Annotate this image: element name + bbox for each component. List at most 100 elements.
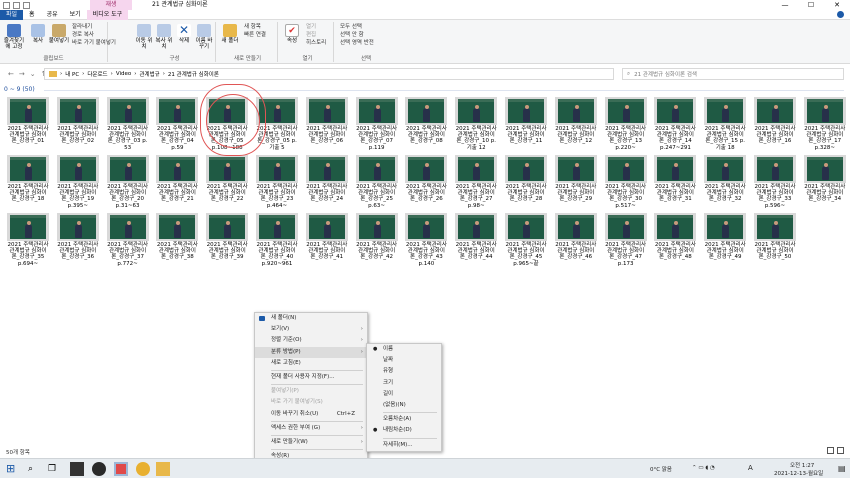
file-item[interactable]: 2021 주택관리사 관계법규 심화이 론_강경구_38 (153, 213, 201, 261)
file-item[interactable]: 2021 주택관리사 관계법규 심화이 론_강경구_24 (303, 155, 351, 203)
submenu-item[interactable]: 길이 (367, 389, 441, 400)
weather-text[interactable]: 0°C 맑음 (650, 465, 672, 473)
new-item-button[interactable]: 새 항목 (244, 24, 261, 31)
help-icon[interactable] (837, 11, 844, 18)
tab-view[interactable]: 보기 (64, 10, 87, 20)
file-item[interactable]: 2021 주택관리사 관계법규 심화이 론_강경구_26 (402, 155, 450, 203)
history-button[interactable]: 히스토리 (306, 40, 326, 47)
app-icon[interactable] (92, 462, 106, 476)
file-item[interactable]: 2021 주택관리사 관계법규 심화이 론_강경구_35 p.694~ (4, 213, 52, 267)
breadcrumb-item[interactable]: 내 PC (65, 70, 79, 78)
submenu-item[interactable]: ● 내림차순(D) (367, 425, 441, 436)
submenu-item[interactable]: (없음)(N) (367, 400, 441, 411)
file-item[interactable]: 2021 주택관리사 관계법규 심화이 론_강경구_05 p.108~188 (203, 97, 251, 151)
file-item[interactable]: 2021 주택관리사 관계법규 심화이 론_강경구_34 (801, 155, 849, 203)
file-item[interactable]: 2021 주택관리사 관계법규 심화이 론_강경구_18 (4, 155, 52, 203)
file-item[interactable]: 2021 주택관리사 관계법규 심화이 론_강경구_36 (54, 213, 102, 261)
properties-qat-icon[interactable] (13, 1, 20, 9)
file-item[interactable]: 2021 주택관리사 관계법규 심화이 론_강경구_40 p.920~961 (253, 213, 301, 267)
paste-button[interactable]: 붙여넣기 (48, 24, 70, 44)
file-item[interactable]: 2021 주택관리사 관계법규 심화이 론_강경구_10 p. 기출 12 (452, 97, 500, 151)
context-menu-item[interactable]: 보기(V) › (255, 324, 367, 335)
file-item[interactable]: 2021 주택관리사 관계법규 심화이 론_강경구_33 p.596~ (751, 155, 799, 209)
file-item[interactable]: 2021 주택관리사 관계법규 심화이 론_강경구_49 (701, 213, 749, 261)
file-item[interactable]: 2021 주택관리사 관계법규 심화이 론_강경구_50 (751, 213, 799, 261)
submenu-item[interactable]: ● 이름 (367, 344, 441, 355)
file-item[interactable]: 2021 주택관리사 관계법규 심화이 론_강경구_16 (751, 97, 799, 145)
address-bar[interactable]: › 내 PC › 다운로드 › Video › 관계법규 › 21 관계법규 심… (44, 68, 614, 80)
new-folder-qat-icon[interactable] (23, 1, 30, 9)
file-item[interactable]: 2021 주택관리사 관계법규 심화이 론_강경구_29 (552, 155, 600, 203)
file-item[interactable]: 2021 주택관리사 관계법규 심화이 론_강경구_02 (54, 97, 102, 145)
maximize-button[interactable]: ☐ (798, 0, 824, 10)
file-item[interactable]: 2021 주택관리사 관계법규 심화이 론_강경구_06 (303, 97, 351, 145)
app-icon[interactable] (114, 462, 128, 476)
clock-date[interactable]: 2021-12-13-월요일 (774, 469, 823, 477)
context-menu-item[interactable]: 액세스 권한 부여 (G) › (255, 423, 367, 434)
breadcrumb-item[interactable]: 다운로드 (87, 70, 107, 78)
file-item[interactable]: 2021 주택관리사 관계법규 심화이 론_강경구_44 (452, 213, 500, 261)
context-menu-item[interactable]: 새로 만들기(W) › (255, 437, 367, 448)
app-icon[interactable] (70, 462, 84, 476)
minimize-button[interactable]: — (772, 0, 798, 10)
file-item[interactable]: 2021 주택관리사 관계법규 심화이 론_강경구_37 p.772~ (104, 213, 152, 267)
submenu-item[interactable]: 오름차순(A) (367, 414, 441, 425)
file-item[interactable]: 2021 주택관리사 관계법규 심화이 론_강경구_19 p.395~ (54, 155, 102, 209)
tab-video-tools[interactable]: 비디오 도구 (86, 9, 129, 20)
context-menu-item[interactable]: 새로 고침(E) (255, 358, 367, 369)
context-menu-item[interactable]: 붙여넣기(P) (255, 386, 367, 397)
file-item[interactable]: 2021 주택관리사 관계법규 심화이 론_강경구_11 (502, 97, 550, 145)
copy-path-button[interactable]: 경로 복사 (72, 32, 94, 39)
file-item[interactable]: 2021 주택관리사 관계법규 심화이 론_강경구_45 p.965~끝 (502, 213, 550, 267)
file-item[interactable]: 2021 주택관리사 관계법규 심화이 론_강경구_05 p. 기출 5 (253, 97, 301, 151)
large-icons-view-icon[interactable] (837, 447, 844, 454)
file-item[interactable]: 2021 주택관리사 관계법규 심화이 론_강경구_43 p.140 (402, 213, 450, 267)
cut-button[interactable]: 잘라내기 (72, 24, 92, 31)
back-icon[interactable]: ← (8, 70, 14, 78)
new-folder-button[interactable]: 새 폴더 (220, 24, 240, 44)
windows-start-icon[interactable]: ⊞ (6, 462, 20, 476)
close-button[interactable]: ✕ (824, 0, 850, 10)
breadcrumb-item[interactable]: 관계법규 (139, 70, 159, 78)
file-item[interactable]: 2021 주택관리사 관계법규 심화이 론_강경구_39 (203, 213, 251, 261)
tab-home[interactable]: 홈 (23, 10, 41, 20)
file-item[interactable]: 2021 주택관리사 관계법규 심화이 론_강경구_25 p.63~ (353, 155, 401, 209)
submenu-item[interactable]: 유형 (367, 366, 441, 377)
easy-access-button[interactable]: 빠른 연결 (244, 32, 266, 39)
file-item[interactable]: 2021 주택관리사 관계법규 심화이 론_강경구_15 p. 기출 18 (701, 97, 749, 151)
move-to-button[interactable]: 이동 위치 (134, 24, 154, 50)
notification-icon[interactable]: ▤ (838, 464, 846, 473)
file-item[interactable]: 2021 주택관리사 관계법규 심화이 론_강경구_22 (203, 155, 251, 203)
file-item[interactable]: 2021 주택관리사 관계법규 심화이 론_강경구_41 (303, 213, 351, 261)
search-input[interactable]: ⌕ 21 관계법규 심화이론 검색 (622, 68, 844, 80)
submenu-item[interactable]: 자세히(M)... (367, 440, 441, 451)
context-menu-item[interactable]: 정렬 기준(O) › (255, 335, 367, 346)
submenu-item[interactable]: 크기 (367, 378, 441, 389)
context-menu-item[interactable]: 분류 방법(P) › (255, 346, 367, 358)
file-item[interactable]: 2021 주택관리사 관계법규 심화이 론_강경구_48 (651, 213, 699, 261)
file-item[interactable]: 2021 주택관리사 관계법규 심화이 론_강경구_23 p.464~ (253, 155, 301, 209)
file-item[interactable]: 2021 주택관리사 관계법규 심화이 론_강경구_03 p. 53 (104, 97, 152, 151)
file-item[interactable]: 2021 주택관리사 관계법규 심화이 론_강경구_31 (651, 155, 699, 203)
tab-file[interactable]: 파일 (0, 9, 24, 20)
tray-icons[interactable]: ⌃ ▭ ◖ ◔ (692, 465, 715, 471)
forward-icon[interactable]: → (19, 70, 25, 78)
open-button[interactable]: 열기 (306, 24, 316, 31)
rename-button[interactable]: 이름 바꾸기 (194, 24, 214, 50)
select-all-button[interactable]: 모두 선택 (340, 24, 362, 31)
file-item[interactable]: 2021 주택관리사 관계법규 심화이 론_강경구_20 p.31~63 (104, 155, 152, 209)
chevron-down-icon[interactable]: ⌄ (30, 70, 36, 78)
breadcrumb-item[interactable]: Video (116, 71, 131, 77)
file-explorer-icon[interactable] (156, 462, 170, 476)
context-menu-item[interactable]: 바로 가기 붙여넣기(S) (255, 397, 367, 408)
file-item[interactable]: 2021 주택관리사 관계법규 심화이 론_강경구_46 (552, 213, 600, 261)
file-item[interactable]: 2021 주택관리사 관계법규 심화이 론_강경구_01 (4, 97, 52, 145)
file-item[interactable]: 2021 주택관리사 관계법규 심화이 론_강경구_47 p.173 (602, 213, 650, 267)
copy-to-button[interactable]: 복사 위치 (154, 24, 174, 50)
input-language[interactable]: A (748, 464, 753, 472)
breadcrumb-item[interactable]: 21 관계법규 심화이론 (168, 70, 219, 78)
clock-time[interactable]: 오전 1:27 (790, 461, 814, 469)
chrome-icon[interactable] (136, 462, 150, 476)
file-item[interactable]: 2021 주택관리사 관계법규 심화이 론_강경구_30 p.517~ (602, 155, 650, 209)
select-none-button[interactable]: 선택 안 함 (340, 32, 364, 39)
